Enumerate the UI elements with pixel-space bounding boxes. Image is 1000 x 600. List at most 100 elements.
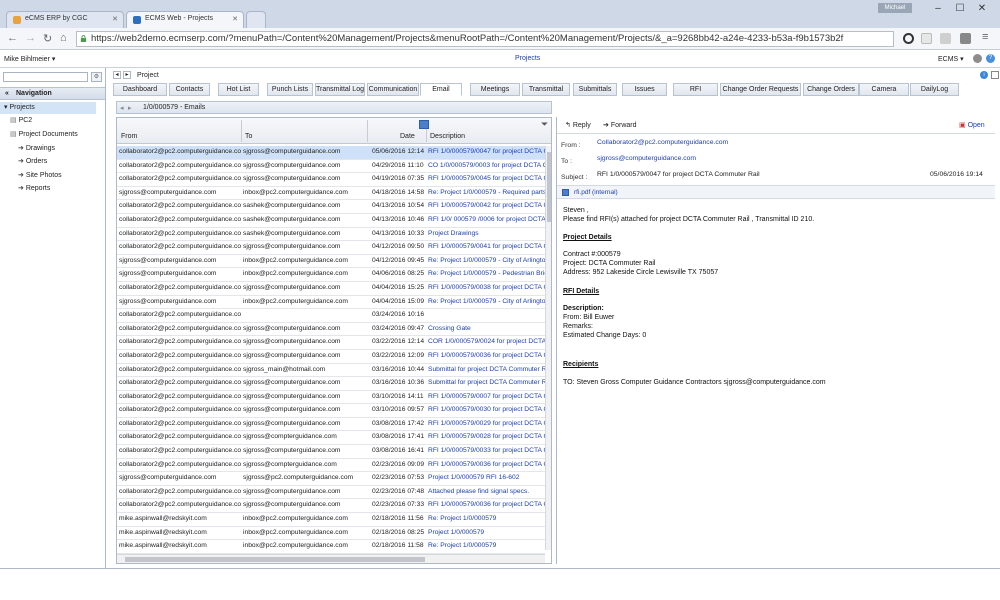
expand-chevron-icon[interactable]: ▾: [4, 104, 8, 111]
help-icon[interactable]: ?: [986, 54, 995, 63]
tab-dailylog[interactable]: DailyLog: [910, 83, 959, 96]
checkbox-icon[interactable]: [562, 189, 569, 196]
tab-communication[interactable]: Communication: [367, 83, 419, 96]
app-menu[interactable]: ECMS ▾: [938, 55, 964, 63]
minimize-window-icon[interactable]: –: [928, 2, 948, 16]
table-row[interactable]: collaborator2@pc2.computerguidance.com sj…: [117, 459, 545, 473]
sidebar-item-orders[interactable]: ➜ Orders: [18, 156, 47, 168]
column-divider[interactable]: [241, 120, 242, 142]
browser-user-chip[interactable]: Michael: [878, 3, 912, 13]
table-row[interactable]: mike.aspinwall@redskyit.com inbox@pc2.com…: [117, 540, 545, 554]
table-row[interactable]: collaborator2@pc2.computerguidance.com sj…: [117, 146, 545, 160]
forward-button[interactable]: ➔ Forward: [603, 121, 637, 129]
column-header-from[interactable]: From: [121, 133, 137, 140]
close-window-icon[interactable]: ✕: [972, 2, 992, 16]
nav-back-icon[interactable]: ◂: [113, 71, 121, 79]
table-row[interactable]: collaborator2@pc2.computerguidance.com sa…: [117, 228, 545, 242]
reload-icon[interactable]: ↻: [43, 32, 52, 45]
tab-issues[interactable]: Issues: [622, 83, 667, 96]
settings-icon[interactable]: [973, 54, 982, 63]
from-value[interactable]: Collaborator2@pc2.computerguidance.com: [597, 139, 728, 146]
sidebar-item-pc2[interactable]: ▤ PC2: [10, 115, 32, 127]
table-row[interactable]: collaborator2@pc2.computerguidance.com sj…: [117, 350, 545, 364]
close-tab-icon[interactable]: ✕: [112, 15, 118, 23]
tab-transmittal-log[interactable]: Transmittal Log: [315, 83, 365, 96]
table-row[interactable]: collaborator2@pc2.computerguidance.com sj…: [117, 431, 545, 446]
search-options-icon[interactable]: ⚙: [91, 72, 102, 82]
filter-icon[interactable]: ⏷: [541, 119, 548, 130]
column-divider[interactable]: [367, 120, 368, 142]
sidebar-item-projects[interactable]: ▾ Projects: [0, 102, 96, 114]
sidebar-item-site-photos[interactable]: ➜ Site Photos: [18, 170, 62, 182]
vertical-scrollbar[interactable]: [545, 146, 551, 550]
scrollbar-thumb[interactable]: [125, 557, 425, 562]
tab-change-orders[interactable]: Change Orders: [803, 83, 859, 96]
table-row[interactable]: collaborator2@pc2.computerguidance.com sj…: [117, 445, 545, 459]
tab-rfi[interactable]: RFI: [673, 83, 718, 96]
table-row[interactable]: mike.aspinwall@redskyit.com inbox@pc2.com…: [117, 527, 545, 541]
address-bar[interactable]: https://web2demo.ecmserp.com/?menuPath=/…: [76, 31, 894, 47]
table-row[interactable]: collaborator2@pc2.computerguidance.com sj…: [117, 499, 545, 514]
browser-menu-icon[interactable]: ≡: [982, 31, 988, 43]
tab-camera[interactable]: Camera: [859, 83, 909, 96]
tab-change-order-requests[interactable]: Change Order Requests: [720, 83, 801, 96]
sidebar-item-project-documents[interactable]: ▤ Project Documents: [10, 129, 78, 141]
navigation-search-input[interactable]: [3, 72, 88, 82]
nav-forward-icon[interactable]: ▸: [123, 71, 131, 79]
table-row[interactable]: collaborator2@pc2.computerguidance.com sj…: [117, 323, 545, 337]
column-header-to[interactable]: To: [245, 133, 252, 140]
navigation-header[interactable]: « Navigation: [0, 87, 105, 100]
table-row[interactable]: sjgross@computerguidance.com inbox@pc2.co…: [117, 296, 545, 310]
extension-icon[interactable]: [940, 33, 951, 44]
panel-toggle-icon[interactable]: [991, 71, 999, 79]
table-row[interactable]: collaborator2@pc2.computerguidance.com sa…: [117, 200, 545, 214]
sidebar-item-reports[interactable]: ➜ Reports: [18, 183, 50, 195]
tab-meetings[interactable]: Meetings: [470, 83, 520, 96]
browser-tab-ecms-web[interactable]: ECMS Web - Projects ✕: [126, 11, 244, 28]
table-row[interactable]: collaborator2@pc2.computerguidance.com sj…: [117, 336, 545, 350]
extension-icon[interactable]: [921, 33, 932, 44]
table-row[interactable]: collaborator2@pc2.computerguidance.com sj…: [117, 418, 545, 432]
calendar-icon[interactable]: [419, 120, 429, 129]
table-row[interactable]: sjgross@computerguidance.com inbox@pc2.co…: [117, 187, 545, 201]
open-button[interactable]: ▣ Open: [959, 121, 985, 129]
table-row[interactable]: sjgross@computerguidance.com inbox@pc2.co…: [117, 255, 545, 269]
browser-tab-ecms-erp[interactable]: eCMS ERP by CGC ✕: [6, 11, 124, 28]
horizontal-scrollbar[interactable]: [117, 554, 545, 563]
tab-transmittal[interactable]: Transmittal: [522, 83, 570, 96]
extension-icon[interactable]: [960, 33, 971, 44]
table-row[interactable]: collaborator2@pc2.computerguidance.com sj…: [117, 173, 545, 187]
reply-button[interactable]: ↰ Reply: [565, 121, 591, 129]
close-tab-icon[interactable]: ✕: [232, 15, 238, 23]
tab-punch-lists[interactable]: Punch Lists: [267, 83, 313, 96]
tab-hot-list[interactable]: Hot List: [218, 83, 259, 96]
table-row[interactable]: collaborator2@pc2.computerguidance.com sj…: [117, 241, 545, 255]
table-row[interactable]: collaborator2@pc2.computerguidance.com sj…: [117, 377, 545, 391]
table-row[interactable]: collaborator2@pc2.computerguidance.com sj…: [117, 391, 545, 405]
tab-email[interactable]: Email: [420, 83, 462, 96]
tab-submittals[interactable]: Submittals: [573, 83, 617, 96]
column-header-date[interactable]: Date: [400, 133, 415, 140]
table-row[interactable]: collaborator2@pc2.computerguidance.com sj…: [117, 486, 545, 500]
new-tab-button[interactable]: [246, 11, 266, 28]
back-arrow-icon[interactable]: ←: [7, 32, 18, 44]
collapse-chevron-icon[interactable]: «: [5, 88, 9, 100]
maximize-window-icon[interactable]: ☐: [950, 2, 970, 16]
info-icon[interactable]: i: [980, 71, 988, 79]
table-row[interactable]: sjgross@computerguidance.com sjgross@pc2.…: [117, 472, 545, 486]
table-row[interactable]: sjgross@computerguidance.com inbox@pc2.co…: [117, 268, 545, 282]
extension-icon[interactable]: [903, 33, 914, 44]
table-row[interactable]: collaborator2@pc2.computerguidance.com sj…: [117, 282, 545, 296]
table-row[interactable]: mike.aspinwall@redskyit.com inbox@pc2.com…: [117, 513, 545, 527]
table-row[interactable]: collaborator2@pc2.computerguidance.com sj…: [117, 364, 545, 378]
nav-forward-icon[interactable]: ▸: [128, 103, 132, 114]
forward-arrow-icon[interactable]: →: [25, 32, 36, 44]
table-row[interactable]: collaborator2@pc2.computerguidance.com 03…: [117, 309, 545, 323]
table-row[interactable]: collaborator2@pc2.computerguidance.com sj…: [117, 160, 545, 174]
scrollbar-thumb[interactable]: [547, 152, 551, 222]
tab-contacts[interactable]: Contacts: [169, 83, 210, 96]
table-row[interactable]: collaborator2@pc2.computerguidance.com sj…: [117, 404, 545, 418]
sidebar-item-drawings[interactable]: ➜ Drawings: [18, 143, 55, 155]
attachment-link[interactable]: rfi.pdf (internal): [574, 189, 618, 196]
home-icon[interactable]: ⌂: [60, 32, 67, 44]
